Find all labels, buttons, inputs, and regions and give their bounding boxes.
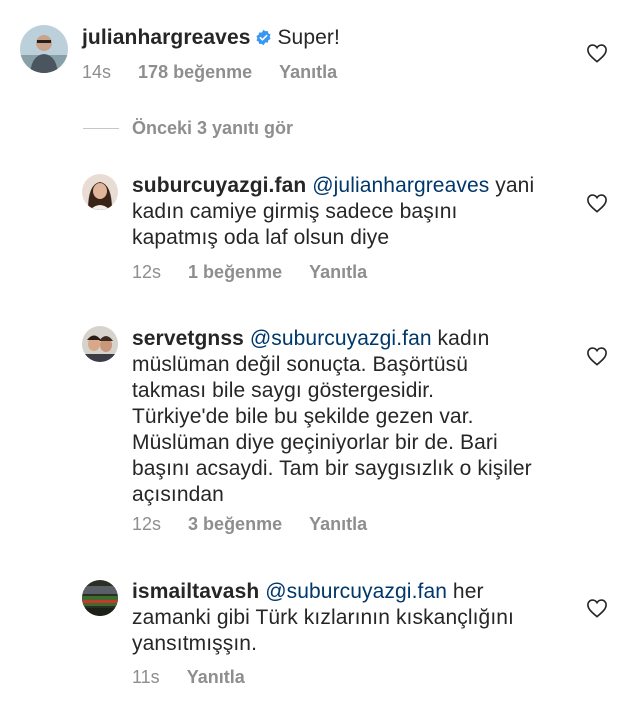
heart-icon[interactable] [586,346,608,366]
username[interactable]: suburcuyazgi.fan [132,174,306,197]
divider [83,128,119,129]
likes-count[interactable]: 3 beğenme [188,514,282,534]
comment-text: takması bile saygı göstergesidir. [132,379,435,402]
comment-text: yani [489,174,535,197]
comment-meta: 11s Yanıtla [132,667,267,688]
comment-text: kapatmış oda laf olsun diye [132,226,390,249]
comment-meta: 12s 3 beğenme Yanıtla [132,514,389,535]
timestamp: 12s [132,514,162,534]
comment-text: kadın camiye girmiş sadece başını [132,200,458,223]
avatar[interactable] [82,580,118,616]
likes-count[interactable]: 178 beğenme [138,62,252,82]
comment-body: ismailtavash @suburcuyazgi.fan her zaman… [132,579,582,657]
reply-button[interactable]: Yanıtla [309,514,367,534]
username[interactable]: ismailtavash [132,580,259,603]
comment-meta: 12s 1 beğenme Yanıtla [132,262,389,283]
avatar[interactable] [82,174,118,210]
comment-text: her [447,580,484,603]
timestamp: 12s [132,262,162,282]
username[interactable]: julianhargreaves [82,26,251,49]
comment-text: müslüman değil sonuçta. Başörtüsü [132,353,468,376]
comment-body: suburcuyazgi.fan @julianhargreaves yani … [132,173,582,251]
mention-link[interactable]: @julianhargreaves [312,174,489,197]
verified-badge-icon [256,29,271,46]
comment-body: servetgnss @suburcuyazgi.fan kadın müslü… [132,326,582,508]
heart-icon[interactable] [586,193,608,213]
view-previous-replies[interactable]: Önceki 3 yanıtı gör [83,118,293,139]
comment-text: açısından [132,483,224,506]
comment-meta: 14s 178 beğenme Yanıtla [82,62,359,83]
mention-link[interactable]: @suburcuyazgi.fan [265,580,447,603]
comment-text: Müslüman diye geçiniyorlar bir de. Bari [132,431,498,454]
heart-icon[interactable] [586,43,608,63]
view-replies-label: Önceki 3 yanıtı gör [132,118,294,138]
reply-button[interactable]: Yanıtla [309,262,367,282]
comment-text: başını acsaydi. Tam bir saygısızlık o ki… [132,457,532,480]
heart-icon[interactable] [586,598,608,618]
reply-button[interactable]: Yanıtla [187,667,245,687]
comment-text: yansıtmışşın. [132,632,258,655]
likes-count[interactable]: 1 beğenme [188,262,282,282]
reply-button[interactable]: Yanıtla [279,62,337,82]
avatar[interactable] [82,326,118,362]
comment-text: Super! [277,26,340,49]
username[interactable]: servetgnss [132,327,244,350]
timestamp: 11s [132,667,160,687]
timestamp: 14s [82,62,112,82]
comment-body: julianhargreaves Super! [82,25,582,51]
comment-text: Türkiye'de bile bu şekilde gezen var. [132,405,474,428]
mention-link[interactable]: @suburcuyazgi.fan [250,327,432,350]
comments-thread: julianhargreaves Super! 14s 178 beğenme … [0,0,640,716]
avatar[interactable] [20,25,68,73]
comment-text: kadın [431,327,490,350]
comment-text: zamanki gibi Türk kızlarının kıskançlığı… [132,606,514,629]
